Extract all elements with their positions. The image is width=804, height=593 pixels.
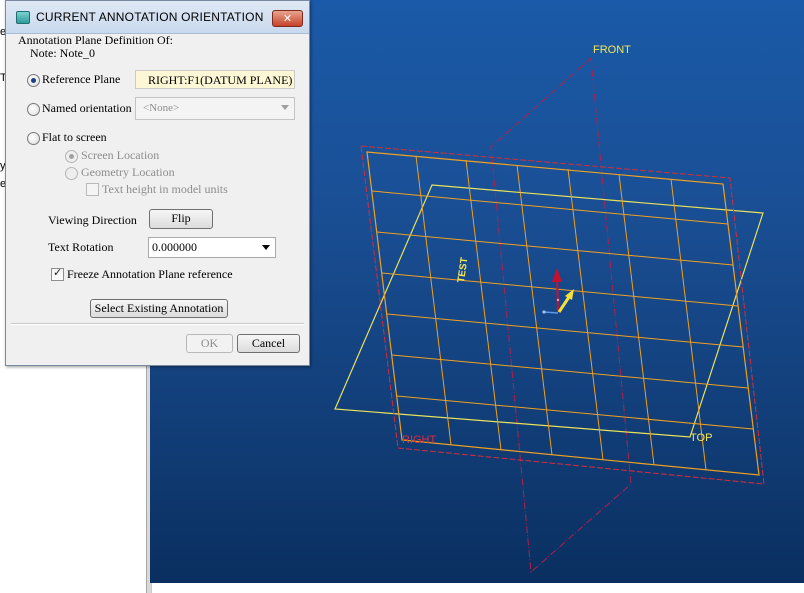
chevron-down-icon (262, 245, 270, 250)
text-rotation-value: 0.000000 (152, 240, 197, 254)
named-orientation-radio[interactable] (27, 103, 40, 116)
select-existing-annotation-button[interactable]: Select Existing Annotation (90, 299, 228, 318)
dialog-titlebar[interactable]: CURRENT ANNOTATION ORIENTATION ✕ (6, 1, 309, 34)
ok-button-label: OK (200, 336, 219, 350)
note-name: Note: Note_0 (30, 46, 95, 60)
flat-to-screen-label: Flat to screen (42, 130, 107, 144)
text-rotation-label: Text Rotation (48, 240, 114, 254)
ok-button[interactable]: OK (186, 334, 233, 353)
flip-button-label: Flip (171, 211, 191, 225)
close-icon: ✕ (282, 12, 293, 25)
select-existing-annotation-label: Select Existing Annotation (94, 301, 224, 315)
dialog-divider (11, 323, 304, 325)
text-height-checkbox[interactable] (86, 183, 99, 196)
cancel-button-label: Cancel (251, 336, 286, 350)
flat-to-screen-radio[interactable] (27, 132, 40, 145)
named-orientation-label: Named orientation (42, 101, 132, 115)
dialog-title: CURRENT ANNOTATION ORIENTATION (36, 10, 264, 24)
front-plane-label[interactable]: FRONT (593, 44, 631, 56)
named-orientation-value: <None> (143, 102, 180, 114)
reference-plane-value: RIGHT:F1(DATUM PLANE) (148, 73, 293, 87)
dialog-app-icon (16, 11, 30, 24)
reference-plane-field[interactable]: RIGHT:F1(DATUM PLANE) (135, 70, 295, 89)
reference-plane-radio[interactable] (27, 74, 40, 87)
geometry-location-label: Geometry Location (81, 165, 175, 179)
freeze-plane-label: Freeze Annotation Plane reference (67, 267, 233, 281)
close-button[interactable]: ✕ (272, 10, 303, 27)
annotation-grid (371, 155, 754, 471)
front-datum-plane (490, 56, 632, 574)
named-orientation-dropdown[interactable]: <None> (135, 97, 295, 120)
annotation-orientation-dialog: CURRENT ANNOTATION ORIENTATION ✕ Annotat… (5, 0, 310, 366)
viewing-direction-label: Viewing Direction (48, 213, 137, 227)
right-plane-label[interactable]: RIGHT (402, 434, 436, 446)
text-height-label: Text height in model units (102, 182, 228, 196)
flip-button[interactable]: Flip (149, 209, 213, 229)
reference-plane-label: Reference Plane (42, 72, 121, 86)
screen-location-radio[interactable] (65, 150, 78, 163)
screen-location-label: Screen Location (81, 148, 160, 162)
text-rotation-dropdown[interactable]: 0.000000 (148, 237, 276, 258)
geometry-location-radio[interactable] (65, 167, 78, 180)
top-datum-plane (334, 184, 764, 438)
chevron-down-icon (281, 105, 289, 110)
top-plane-label[interactable]: TOP (690, 432, 712, 444)
freeze-plane-checkbox[interactable] (51, 266, 64, 281)
cancel-button[interactable]: Cancel (237, 334, 300, 353)
